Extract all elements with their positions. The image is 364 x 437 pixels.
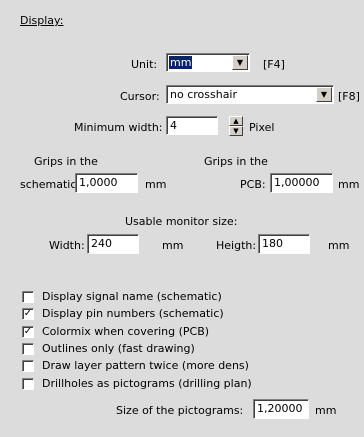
- checkbox-5[interactable]: [22, 378, 34, 390]
- checkbox-0[interactable]: [22, 291, 34, 303]
- pictogram-size-value: 1,20000: [257, 402, 303, 415]
- monitor-height-value: 180: [262, 237, 283, 250]
- monitor-width-unit: mm: [162, 239, 184, 252]
- monitor-height-label: Heigth:: [216, 239, 257, 252]
- min-width-value: 4: [170, 119, 177, 132]
- monitor-width-input[interactable]: 240: [87, 234, 139, 254]
- unit-label: Unit:: [131, 58, 158, 71]
- monitor-height-input[interactable]: 180: [258, 234, 310, 254]
- pictogram-size-unit: mm: [315, 404, 337, 417]
- grips-pcb-label-line1: Grips in the: [204, 155, 268, 168]
- monitor-width-value: 240: [91, 237, 112, 250]
- section-title: Display:: [20, 14, 64, 27]
- spin-up-icon[interactable]: ▲: [229, 116, 243, 126]
- unit-shortcut: [F4]: [263, 58, 285, 71]
- grips-schematic-label-line1: Grips in the: [34, 155, 98, 168]
- checkbox-label-2[interactable]: Colormix when covering (PCB): [42, 325, 209, 338]
- grips-pcb-input[interactable]: 1,00000: [270, 173, 333, 193]
- cursor-value: no crosshair: [170, 88, 238, 101]
- spin-down-icon[interactable]: ▼: [229, 126, 243, 136]
- checkbox-4[interactable]: [22, 360, 34, 372]
- chevron-down-icon[interactable]: ▼: [232, 55, 248, 70]
- checkbox-2[interactable]: ✓: [22, 326, 34, 338]
- check-icon: ✓: [23, 308, 33, 319]
- cursor-label: Cursor:: [120, 90, 160, 103]
- cursor-select[interactable]: no crosshair: [166, 85, 334, 104]
- grips-schematic-value: 1,0000: [79, 176, 118, 189]
- grips-schematic-label-line2: schematic:: [20, 178, 81, 191]
- grips-pcb-label-line2: PCB:: [240, 178, 266, 191]
- monitor-width-label: Width:: [49, 239, 85, 252]
- monitor-size-title: Usable monitor size:: [125, 215, 238, 228]
- display-settings-panel: Display: Unit: mm ▼ [F4] Cursor: no cros…: [0, 0, 364, 437]
- monitor-height-unit: mm: [328, 239, 350, 252]
- checkbox-label-5[interactable]: Drillholes as pictograms (drilling plan): [42, 377, 252, 390]
- cursor-shortcut: [F8]: [338, 90, 360, 103]
- checkbox-label-0[interactable]: Display signal name (schematic): [42, 290, 222, 303]
- grips-pcb-value: 1,00000: [274, 176, 320, 189]
- checkbox-label-3[interactable]: Outlines only (fast drawing): [42, 342, 195, 355]
- check-icon: ✓: [23, 326, 33, 337]
- checkbox-label-1[interactable]: Display pin numbers (schematic): [42, 307, 224, 320]
- pictogram-size-input[interactable]: 1,20000: [253, 399, 309, 419]
- grips-schematic-unit: mm: [145, 178, 167, 191]
- min-width-unit: Pixel: [249, 121, 275, 134]
- chevron-down-icon[interactable]: ▼: [316, 87, 332, 102]
- checkbox-3[interactable]: [22, 343, 34, 355]
- grips-pcb-unit: mm: [338, 178, 360, 191]
- min-width-label: Minimum width:: [74, 121, 163, 134]
- pictogram-size-label: Size of the pictograms:: [116, 404, 244, 417]
- checkbox-label-4[interactable]: Draw layer pattern twice (more dens): [42, 359, 249, 372]
- grips-schematic-input[interactable]: 1,0000: [75, 173, 138, 193]
- checkbox-1[interactable]: ✓: [22, 308, 34, 320]
- min-width-input[interactable]: 4: [166, 116, 218, 135]
- unit-value: mm: [169, 56, 193, 69]
